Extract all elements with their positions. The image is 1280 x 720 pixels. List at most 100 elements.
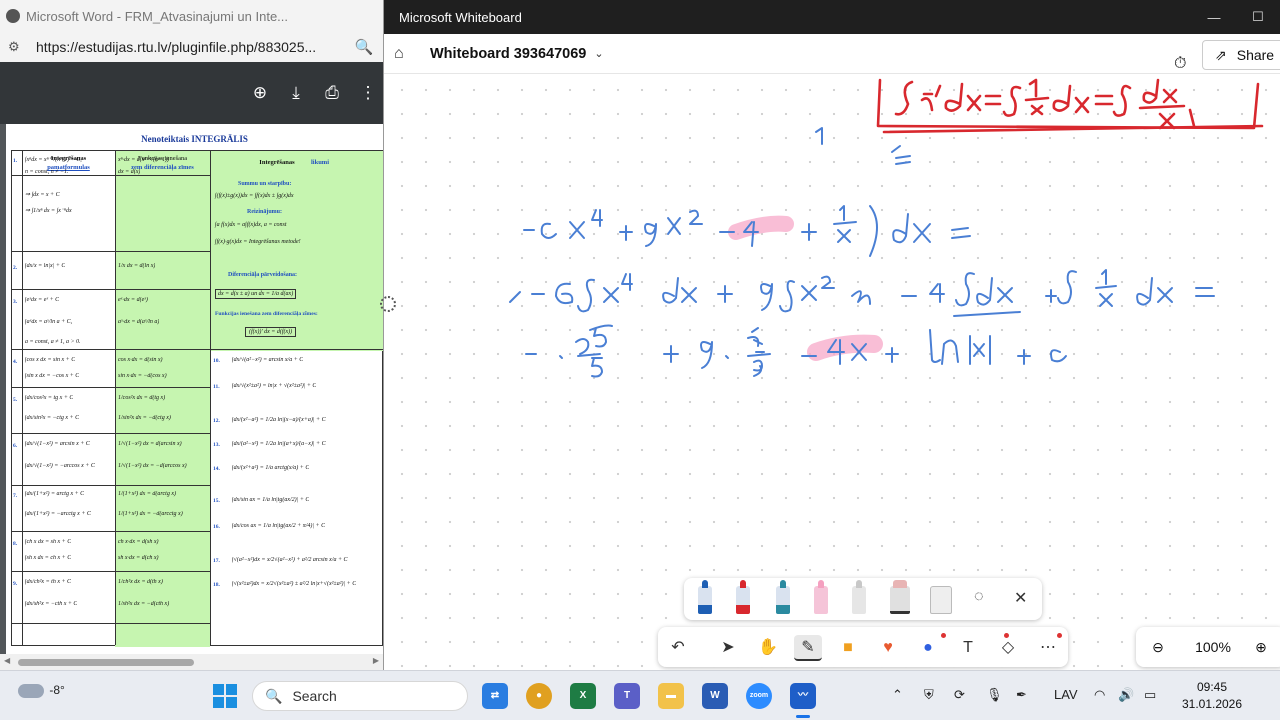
whiteboard-window-title: Microsoft Whiteboard xyxy=(399,9,522,25)
basic-formula: ∫ch x dx = sh x + C xyxy=(25,539,72,545)
zoom-level: 100% xyxy=(1195,639,1231,655)
teamviewer-icon[interactable]: ⇄ xyxy=(482,683,508,709)
formula-number: 2. xyxy=(13,265,18,271)
show-hidden-icons-icon[interactable]: ⌃ xyxy=(892,687,903,703)
basic-formula: ∫dx/(1+x²) = arctg x + C xyxy=(25,491,85,497)
defender-icon[interactable]: ⛨ xyxy=(924,687,934,703)
formula-number: 10. xyxy=(213,358,220,364)
highlight-stroke xyxy=(728,215,794,240)
gray-pen[interactable] xyxy=(852,580,866,614)
ruler-icon[interactable] xyxy=(930,586,952,614)
close-icon[interactable]: ✕ xyxy=(1014,588,1027,608)
clock-date: 31.01.2026 xyxy=(1181,697,1243,711)
whiteboard-canvas[interactable]: ◌ ✕ ↶ ➤ ✋ ✎ ■ ♥ ● T ◇ ⋯ ⊖ 100% ⊕ xyxy=(380,74,1280,670)
zoom-in-icon[interactable]: ⊕ xyxy=(1246,639,1276,656)
table-formula: ∫dx/(a²−x²) = 1/2a ln|(a+x)/(a−x)| + C xyxy=(232,441,326,447)
temperature: -8° xyxy=(49,683,65,697)
excel-icon[interactable]: X xyxy=(570,683,596,709)
scroll-right-icon[interactable]: ▶ xyxy=(373,656,379,665)
shapes-icon[interactable]: ◇ xyxy=(994,635,1022,661)
maximize-icon[interactable]: ☐ xyxy=(1236,9,1280,25)
whiteboard-app-icon[interactable]: 〰 xyxy=(790,683,816,718)
formula-number: 8. xyxy=(13,541,18,547)
taskbar-search[interactable]: 🔍 Search xyxy=(252,681,468,711)
chat-bubble-icon[interactable]: ● xyxy=(914,635,942,661)
zoom-search-icon[interactable]: 🔍 xyxy=(353,38,375,56)
pdf-viewer[interactable]: Nenoteiktais INTEGRĀLIS Integrēšanas pam… xyxy=(0,124,383,670)
more-icon[interactable]: ⋯ xyxy=(1034,635,1062,661)
add-drive-icon[interactable]: ⊕ xyxy=(249,83,271,103)
pink-highlighter[interactable] xyxy=(814,580,828,614)
differential-formula: cos x·dx = d(sin x) xyxy=(118,357,163,363)
board-name[interactable]: Whiteboard 393647069 xyxy=(430,46,586,62)
pen-menu-icon[interactable]: ✒ xyxy=(1016,687,1027,703)
chrome-icon[interactable]: ● xyxy=(526,683,552,709)
formula-number: 9. xyxy=(13,581,18,587)
battery-icon[interactable]: ▭ xyxy=(1144,687,1156,703)
address-bar[interactable]: ⚙ https://estudijas.rtu.lv/pluginfile.ph… xyxy=(0,32,383,62)
hand-pan-icon[interactable]: ✋ xyxy=(754,635,782,661)
teams-icon[interactable]: T xyxy=(614,683,640,709)
url-text[interactable]: https://estudijas.rtu.lv/pluginfile.php/… xyxy=(30,39,353,55)
file-explorer-icon[interactable]: ▬ xyxy=(658,683,684,709)
teal-pen[interactable] xyxy=(776,580,790,614)
cloud-icon xyxy=(18,683,44,698)
formula-number: 13. xyxy=(213,442,220,448)
browser-window: Microsoft Word - FRM_Atvasinajumi un Int… xyxy=(0,0,408,670)
eraser[interactable] xyxy=(890,580,910,614)
basic-formula: ∫dx/x = ln|x| + C xyxy=(25,263,66,269)
blue-pen[interactable] xyxy=(698,580,712,614)
lasso-select-icon[interactable]: ◌ xyxy=(974,588,984,606)
basic-formula: ∫dx/sh²x = −cth x + C xyxy=(25,601,78,607)
formula-number: 5. xyxy=(13,397,18,403)
share-button[interactable]: ⇗ Share xyxy=(1202,40,1280,70)
share-label: Share xyxy=(1236,47,1275,63)
table-formula: ∫dx/√(x²±a²) = ln|x + √(x²±a²)| + C xyxy=(232,383,317,389)
reactions-icon[interactable]: ♥ xyxy=(874,635,902,661)
sync-icon[interactable]: ⟳ xyxy=(954,687,965,703)
home-icon[interactable]: ⌂ xyxy=(394,45,418,63)
select-icon[interactable]: ➤ xyxy=(714,635,742,661)
weather-widget[interactable]: -8° xyxy=(18,683,65,698)
col3-header-blue: likumi xyxy=(310,159,330,166)
inking-icon[interactable]: ✎ xyxy=(794,635,822,661)
undo-icon[interactable]: ↶ xyxy=(664,635,692,661)
language-indicator[interactable]: LAV xyxy=(1054,687,1078,702)
print-icon[interactable]: ⎙ xyxy=(321,83,343,103)
formula-table: Integrēšanas pamatformulas Funkcijas ien… xyxy=(11,150,383,647)
minimize-icon[interactable]: — xyxy=(1192,10,1236,25)
site-settings-icon[interactable]: ⚙ xyxy=(8,39,30,55)
search-placeholder: Search xyxy=(292,688,337,704)
taskbar: -8° 🔍 Search ⇄ ● X T ▬ W zoom 〰 ⌃ ⛨ ⟳ 🎙 … xyxy=(0,670,1280,720)
scroll-left-icon[interactable]: ◀ xyxy=(4,656,10,665)
formula-number: 12. xyxy=(213,418,220,424)
text-icon[interactable]: T xyxy=(954,635,982,661)
sticky-note-icon[interactable]: ■ xyxy=(834,635,862,661)
col3-header: Integrēšanas xyxy=(259,159,295,166)
differential-formula: 1/sin²x dx = −d(ctg x) xyxy=(118,415,171,421)
microphone-icon[interactable]: 🎙 xyxy=(986,687,1003,703)
differential-formula: ch x·dx = d(sh x) xyxy=(118,539,159,545)
scrollbar-thumb[interactable] xyxy=(18,659,194,666)
more-options-icon[interactable]: ⋮ xyxy=(357,83,379,103)
pdf-horizontal-scrollbar[interactable]: ◀ ▶ xyxy=(0,654,383,670)
rule-bring-label: Funkcijas ienešana zem diferenciāļa zīme… xyxy=(215,311,318,317)
browser-title-bar: Microsoft Word - FRM_Atvasinajumi un Int… xyxy=(0,0,408,670)
search-icon: 🔍 xyxy=(265,687,283,704)
start-button[interactable] xyxy=(213,684,237,708)
zoom-app-icon[interactable]: zoom xyxy=(746,683,772,709)
wifi-icon[interactable]: ◠ xyxy=(1094,687,1105,703)
differential-formula: 1/√(1−x²) dx = −d(arccos x) xyxy=(118,463,187,469)
rule-transform-formula: dx = d(x ± a) un dx = 1/a d(ax) xyxy=(215,289,297,299)
clock[interactable]: 09:45 31.01.2026 xyxy=(1172,679,1252,713)
pdf-page: Nenoteiktais INTEGRĀLIS Integrēšanas pam… xyxy=(6,124,383,654)
chevron-down-icon[interactable]: ⌄ xyxy=(594,47,603,60)
table-formula: ∫dx/sin ax = 1/a ln|tg(ax/2)| + C xyxy=(232,497,310,503)
word-icon[interactable]: W xyxy=(702,683,728,709)
rule-bring-formula: (f(x))′ dx = d(f(x)) xyxy=(245,327,297,337)
zoom-out-icon[interactable]: ⊖ xyxy=(1136,639,1180,656)
download-icon[interactable]: ⤓ xyxy=(285,83,307,103)
basic-formula: ∫dx/√(1−x²) = −arccos x + C xyxy=(25,463,95,469)
red-pen[interactable] xyxy=(736,580,750,614)
volume-icon[interactable]: 🔊 xyxy=(1118,687,1134,703)
